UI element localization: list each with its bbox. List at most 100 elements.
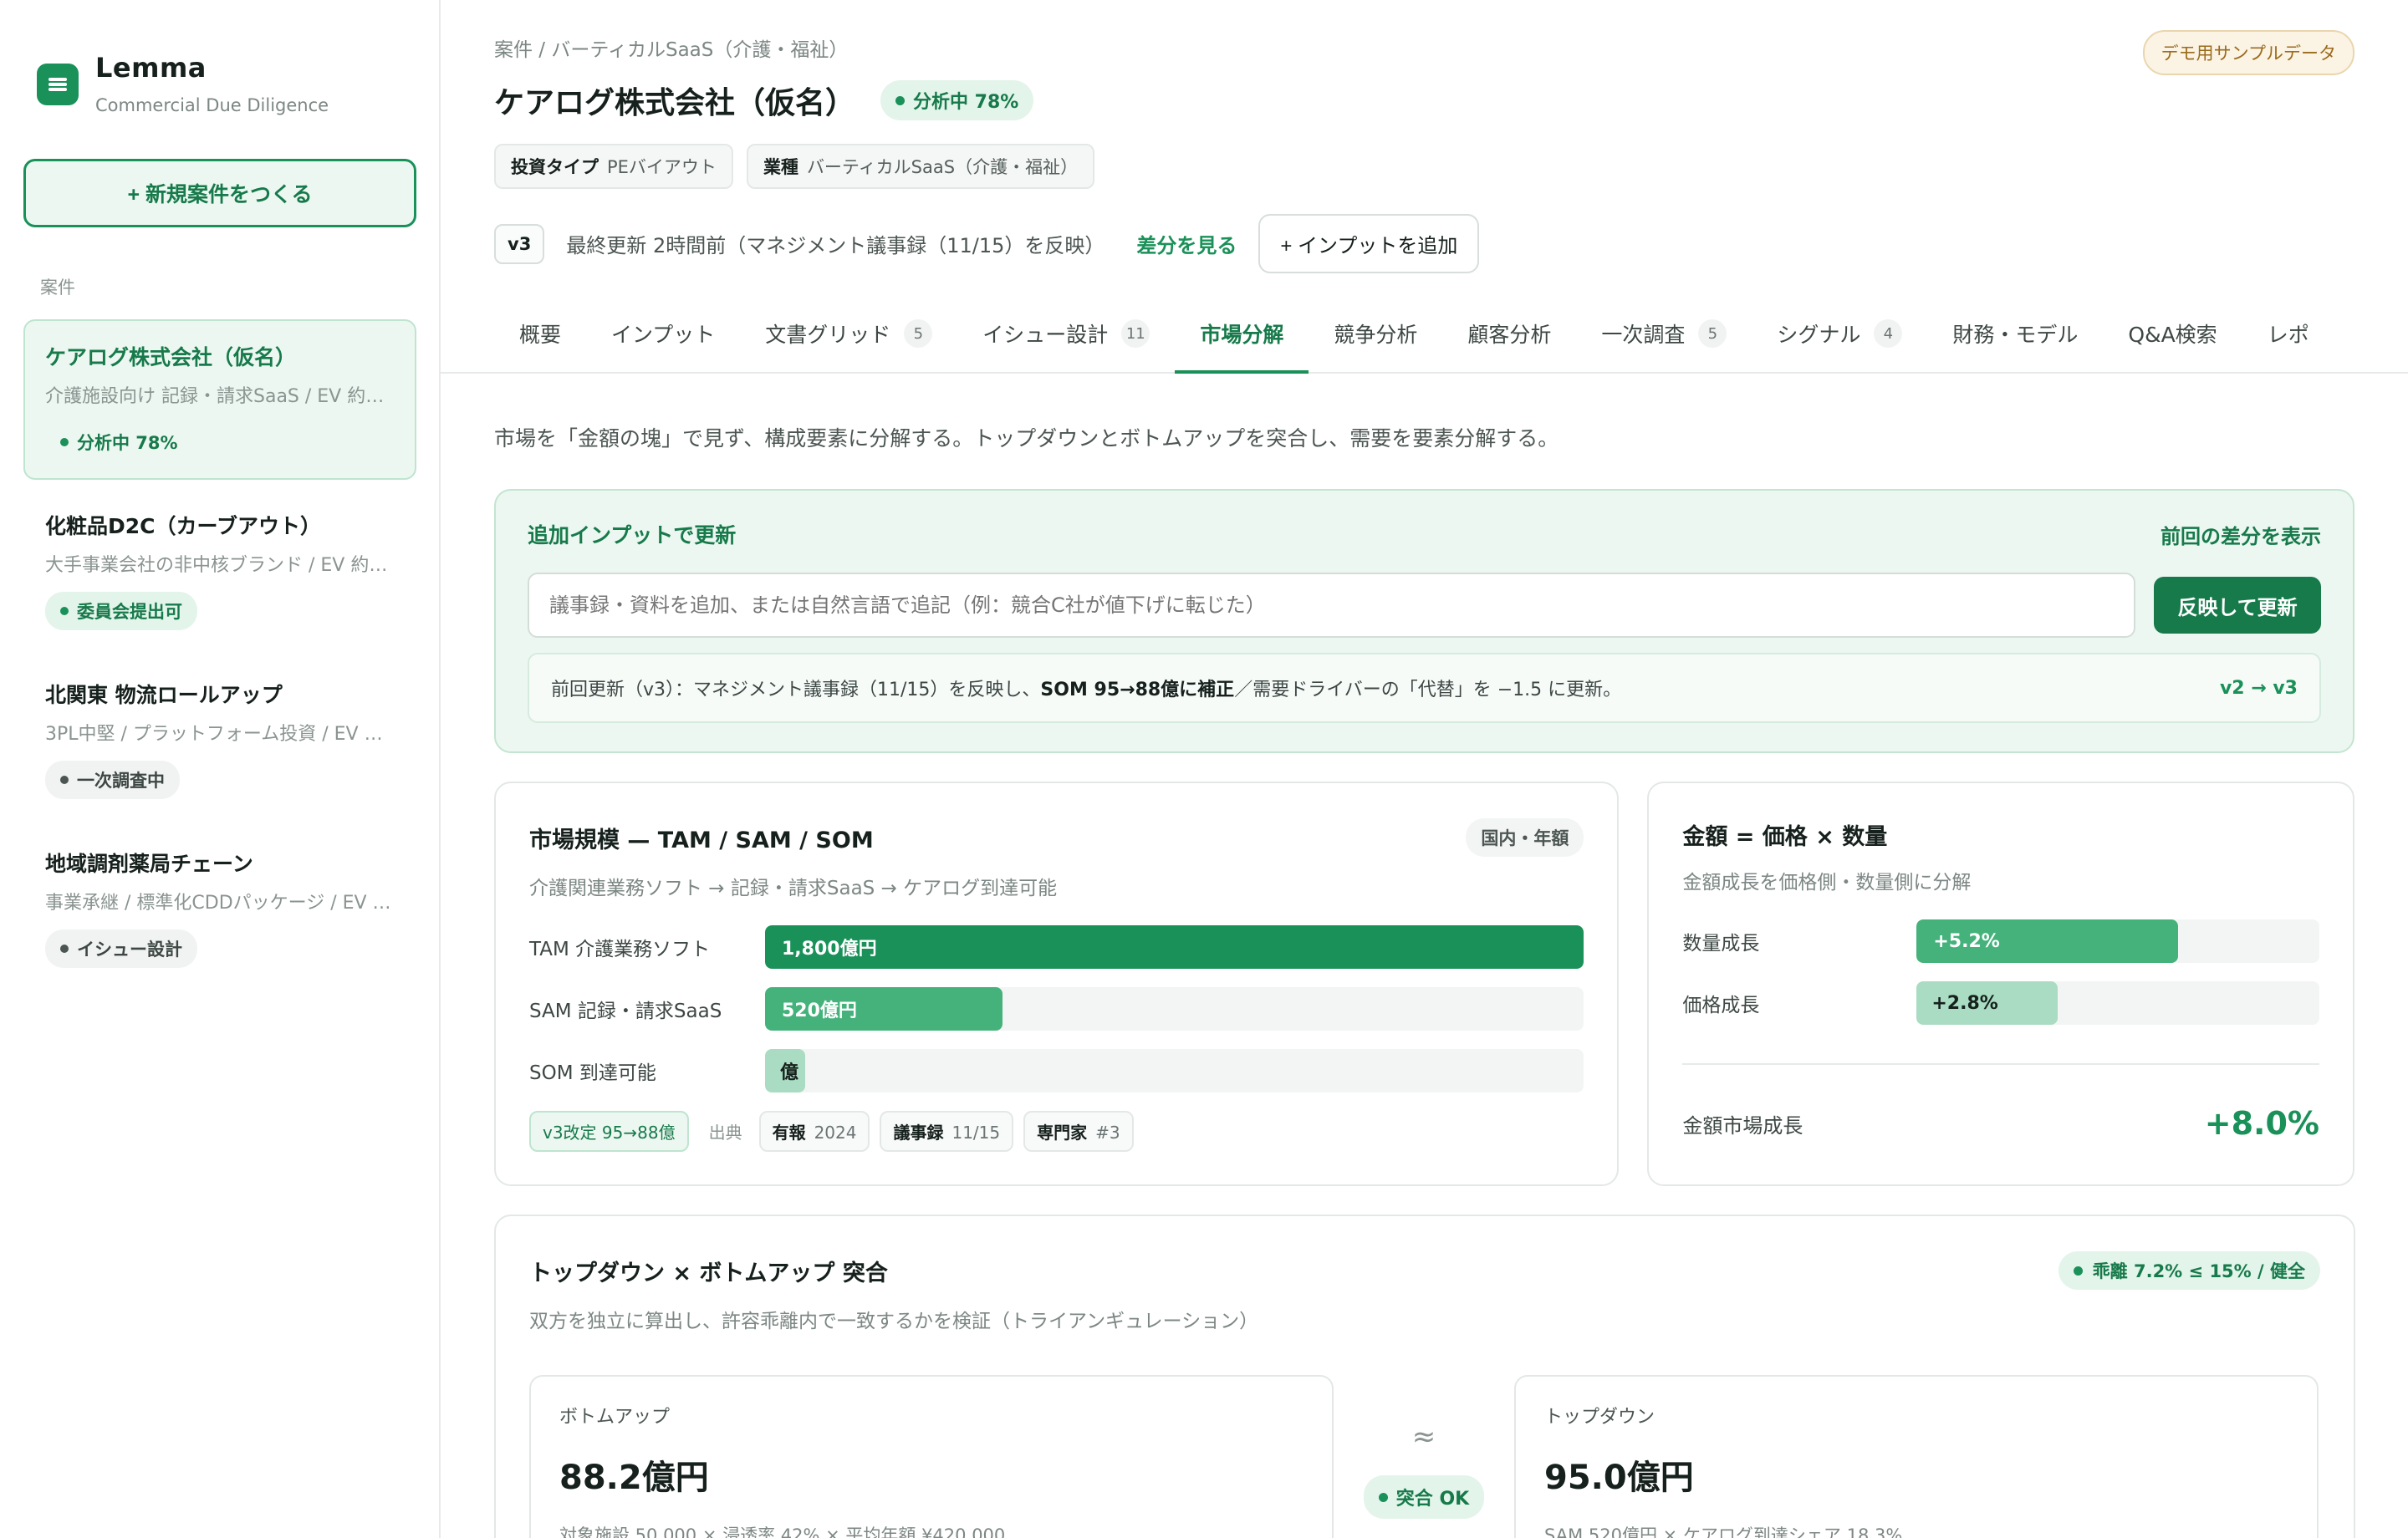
case-desc: 介護施設向け 記録・請求SaaS / EV 約1… — [45, 386, 395, 407]
total-label: 金額市場成長 — [1682, 1113, 1803, 1138]
demo-data-badge: デモ用サンプルデータ — [2142, 30, 2354, 75]
tab-overview[interactable]: 概要 — [494, 303, 586, 372]
view-diff-link[interactable]: 差分を見る — [1136, 229, 1237, 258]
bar-fill: 億 — [765, 1049, 805, 1092]
bar-fill: 520億円 — [765, 987, 1003, 1031]
bar-fill: 1,800億円 — [765, 925, 1584, 969]
previous-update-text: 前回更新（v3）：マネジメント議事録（11/15）を反映し、SOM 95→88億… — [551, 675, 1621, 701]
tab-label: シグナル — [1777, 323, 1861, 347]
revision-chip[interactable]: v3改定 95→88億 — [529, 1111, 689, 1152]
case-list: ケアログ株式会社（仮名） 介護施設向け 記録・請求SaaS / EV 約1… 分… — [23, 319, 416, 986]
tab-customer[interactable]: 顧客分析 — [1442, 303, 1576, 372]
logo-icon — [37, 64, 79, 105]
status-dot-icon — [2073, 1266, 2083, 1276]
source-chip[interactable]: 専門家 #3 — [1023, 1111, 1134, 1152]
box-formula: 対象施設 50,000 × 浸透率 42% × 平均年額 ¥420,000 — [559, 1525, 1006, 1538]
case-desc: 3PL中堅 / プラットフォーム投資 / EV … — [45, 724, 383, 745]
tab-report[interactable]: レポ — [2242, 303, 2334, 372]
triangulation-middle: ≈ 突合 OK — [1334, 1420, 1514, 1519]
tab-competition[interactable]: 競争分析 — [1309, 303, 1442, 372]
box-label: ボトムアップ — [559, 1407, 671, 1428]
bar-track: 520億円 — [765, 987, 1584, 1031]
tab-qa-search[interactable]: Q&A検索 — [2103, 303, 2242, 372]
tab-issue-design[interactable]: イシュー設計 11 — [957, 303, 1175, 372]
source-row: v3改定 95→88億 出典 有報 2024 議事録 11/15 専門家 #3 — [529, 1111, 1584, 1152]
market-bar-row: SOM 到達可能 億 — [529, 1049, 1584, 1092]
previous-update-note: 前回更新（v3）：マネジメント議事録（11/15）を反映し、SOM 95→88億… — [528, 653, 2321, 723]
tab-document-grid[interactable]: 文書グリッド 5 — [740, 303, 957, 372]
chip-value: 11/15 — [951, 1123, 1001, 1143]
amount-bar-row: 価格成長 +2.8% — [1682, 981, 2319, 1025]
app: Lemma Commercial Due Diligence + 新規案件をつく… — [0, 0, 2408, 1538]
tab-primary-research[interactable]: 一次調査 5 — [1576, 303, 1752, 372]
version-diff-link[interactable]: v2 → v3 — [2220, 678, 2298, 699]
source-chip[interactable]: 有報 2024 — [758, 1111, 870, 1152]
tab-label: 一次調査 — [1601, 323, 1686, 347]
new-case-button[interactable]: + 新規案件をつくる — [23, 159, 416, 227]
tab-market-decomposition[interactable]: 市場分解 — [1175, 303, 1309, 374]
badge-text: 乖離 7.2% ≤ 15% / 健全 — [2092, 1261, 2305, 1281]
box-label: トップダウン — [1544, 1407, 1656, 1428]
tab-bar: 概要 インプット 文書グリッド 5 イシュー設計 11 市場分解 競争分析 顧客分析… — [441, 303, 2408, 374]
tab-input[interactable]: インプット — [586, 303, 740, 372]
update-input[interactable] — [528, 573, 2135, 638]
bar-track: +2.8% — [1916, 981, 2319, 1025]
status-dot-icon — [1378, 1492, 1388, 1502]
show-previous-diff-link[interactable]: 前回の差分を表示 — [2161, 520, 2321, 549]
add-input-button[interactable]: + インプットを追加 — [1258, 214, 1480, 273]
tab-financial-model[interactable]: 財務・モデル — [1927, 303, 2103, 372]
case-item-carelog[interactable]: ケアログ株式会社（仮名） 介護施設向け 記録・請求SaaS / EV 約1… 分… — [23, 319, 416, 480]
card-header: トップダウン × ボトムアップ 突合 乖離 7.2% ≤ 15% / 健全 — [529, 1251, 2320, 1290]
bar-value: +2.8% — [1931, 992, 1998, 1014]
top-down-box: トップダウン 95.0億円 SAM 520億円 × ケアログ到達シェア 18.3… — [1514, 1375, 2319, 1538]
deviation-badge: 乖離 7.2% ≤ 15% / 健全 — [2058, 1251, 2320, 1290]
source-label: 出典 — [708, 1123, 742, 1143]
tab-signals[interactable]: シグナル 4 — [1752, 303, 1927, 372]
card-title: 市場規模 — TAM / SAM / SOM — [529, 827, 874, 853]
bar-track: 億 — [765, 1049, 1584, 1092]
card-subtitle: 双方を独立に算出し、許容乖離内で一致するかを検証（トライアンギュレーション） — [529, 1311, 1259, 1332]
market-bar-row: TAM 介護業務ソフト 1,800億円 — [529, 925, 1584, 969]
status-badge: 分析中 78% — [45, 423, 193, 461]
last-update-text: 最終更新 2時間前（マネジメント議事録（11/15）を反映） — [566, 234, 1105, 257]
tab-content: 市場を「金額の塊」で見ず、構成要素に分解する。トップダウンとボトムアップを突合し… — [441, 422, 2408, 1538]
tab-label: 文書グリッド — [765, 323, 891, 347]
brand-subtitle: Commercial Due Diligence — [95, 95, 329, 115]
status-text: 分析中 78% — [77, 433, 178, 453]
tab-label: イシュー設計 — [982, 323, 1109, 347]
breadcrumb[interactable]: 案件 / バーティカルSaaS（介護・福祉） — [494, 33, 2354, 62]
status-badge: 委員会提出可 — [45, 592, 197, 630]
tag-investment-type: 投資タイプ PEバイアウト — [494, 144, 733, 189]
case-title: 化粧品D2C（カーブアウト） — [45, 514, 321, 538]
tab-count-badge: 11 — [1121, 319, 1150, 348]
bar-value: 520億円 — [782, 1001, 857, 1021]
case-item-pharmacy[interactable]: 地域調剤薬局チェーン 事業承継 / 標準化CDDパッケージ / EV … イシュ… — [23, 826, 416, 986]
chip-key: 有報 — [772, 1123, 806, 1143]
card-title: 金額 = 価格 × 数量 — [1682, 824, 1888, 850]
case-item-logistics[interactable]: 北関東 物流ロールアップ 3PL中堅 / プラットフォーム投資 / EV … 一… — [23, 657, 416, 817]
apply-update-button[interactable]: 反映して更新 — [2154, 577, 2321, 634]
tab-label: 財務・モデル — [1952, 323, 2079, 347]
note-text-pre: 前回更新（v3）：マネジメント議事録（11/15）を反映し、 — [551, 680, 1041, 700]
divider — [1682, 1063, 2319, 1065]
tag-key: 投資タイプ — [511, 157, 599, 177]
note-text-bold: SOM 95→88億に補正 — [1040, 680, 1235, 700]
total-value: +8.0% — [2204, 1105, 2319, 1142]
tab-label: 競争分析 — [1334, 323, 1418, 347]
tag-value: PEバイアウト — [607, 157, 717, 177]
case-item-cosmetics[interactable]: 化粧品D2C（カーブアウト） 大手事業会社の非中核ブランド / EV 約… 委員… — [23, 488, 416, 649]
status-dot-icon — [895, 95, 906, 105]
tab-label: 顧客分析 — [1467, 323, 1552, 347]
market-bar-row: SAM 記録・請求SaaS 520億円 — [529, 987, 1584, 1031]
triangulation-card: トップダウン × ボトムアップ 突合 乖離 7.2% ≤ 15% / 健全 双方… — [494, 1215, 2355, 1538]
tab-count-badge: 5 — [1698, 319, 1727, 348]
status-dot-icon — [60, 945, 69, 953]
source-chip[interactable]: 議事録 11/15 — [880, 1111, 1014, 1152]
bar-label: TAM 介護業務ソフト — [529, 939, 711, 960]
case-title: 地域調剤薬局チェーン — [45, 852, 253, 876]
case-title: 北関東 物流ロールアップ — [45, 683, 283, 707]
status-badge: 一次調査中 — [45, 761, 180, 799]
market-size-card: 市場規模 — TAM / SAM / SOM 国内・年額 介護関連業務ソフト →… — [494, 782, 1620, 1186]
section-label-cases: 案件 — [40, 278, 75, 298]
tag-value: バーティカルSaaS（介護・福祉） — [806, 157, 1079, 177]
